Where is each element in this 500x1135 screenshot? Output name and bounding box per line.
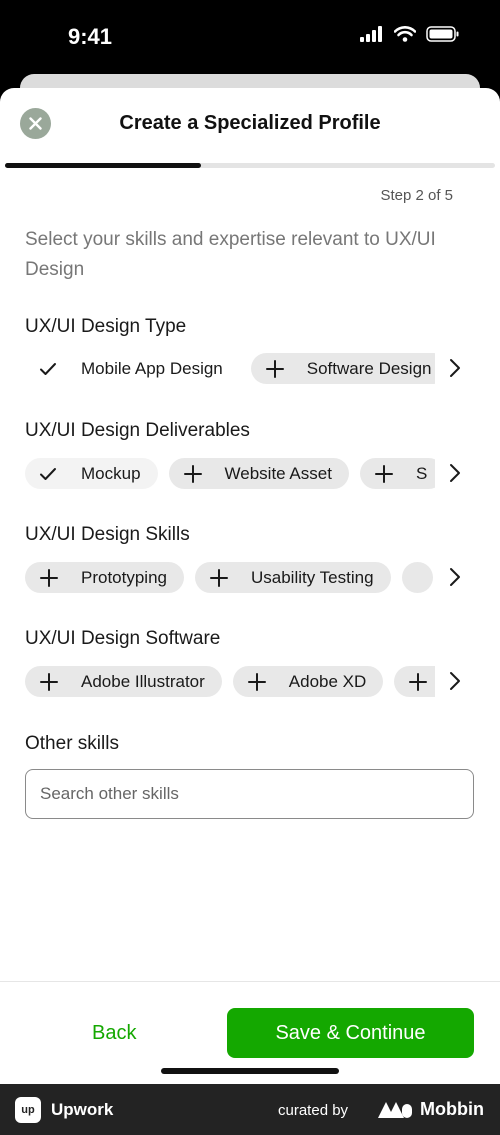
- check-icon: [39, 467, 61, 481]
- chip-label: Usability Testing: [251, 567, 374, 587]
- save-continue-button[interactable]: Save & Continue: [227, 1008, 474, 1058]
- mobbin-name: Mobbin: [420, 1099, 484, 1119]
- section-title-skills: UX/UI Design Skills: [25, 524, 190, 545]
- chip-label: Mockup: [81, 463, 141, 483]
- chip-mobile-app-design[interactable]: Mobile App Design: [25, 353, 240, 384]
- chip-more[interactable]: [394, 666, 435, 697]
- chip-label: Prototyping: [81, 567, 167, 587]
- chip-row-design-type: Mobile App Design Software Design: [25, 353, 435, 384]
- chevron-right-icon[interactable]: [448, 463, 462, 483]
- intro-text: Select your skills and expertise relevan…: [25, 229, 436, 280]
- plus-icon: [39, 568, 61, 588]
- status-icons: [360, 26, 460, 42]
- status-bar: 9:41: [0, 0, 500, 76]
- status-time: 9:41: [68, 24, 113, 49]
- page-title: Create a Specialized Profile: [119, 112, 381, 134]
- section-title-deliverables: UX/UI Design Deliverables: [25, 420, 250, 441]
- cellular-signal-icon: [360, 26, 382, 42]
- chip-label: Website Asset: [224, 463, 332, 483]
- chip-row-deliverables: Mockup Website Asset S: [25, 458, 435, 489]
- home-indicator: [161, 1068, 339, 1074]
- progress-fill: [5, 163, 201, 168]
- chevron-right-icon[interactable]: [448, 567, 462, 587]
- other-skills-title: Other skills: [25, 733, 119, 754]
- app-name: Upwork: [51, 1100, 114, 1119]
- plus-icon: [183, 464, 205, 484]
- plus-icon: [265, 359, 287, 379]
- chip-row-skills: Prototyping Usability Testing: [25, 562, 435, 593]
- chip-label: Software Design: [306, 358, 432, 378]
- chip-label: Adobe Illustrator: [81, 671, 205, 691]
- chip-usability-testing[interactable]: Usability Testing: [195, 562, 391, 593]
- chip-software-design[interactable]: Software Design: [250, 353, 435, 384]
- plus-icon: [374, 464, 396, 484]
- check-icon: [39, 362, 61, 376]
- chip-prototyping[interactable]: Prototyping: [25, 562, 184, 593]
- chip-label: Mobile App Design: [81, 358, 223, 378]
- chip-adobe-xd[interactable]: Adobe XD: [232, 666, 384, 697]
- chip-website-asset[interactable]: Website Asset: [168, 458, 349, 489]
- modal-sheet: Create a Specialized Profile Step 2 of 5…: [0, 88, 500, 1084]
- plus-icon: [209, 568, 231, 588]
- battery-icon: [426, 26, 459, 42]
- chevron-right-icon[interactable]: [448, 358, 462, 378]
- progress-bar: [5, 163, 495, 168]
- chip-label: Adobe XD: [288, 671, 367, 691]
- chip-mockup[interactable]: Mockup: [25, 458, 158, 489]
- curated-by-label: curated by: [278, 1102, 349, 1119]
- plus-icon: [39, 672, 61, 692]
- chip-row-software: Adobe Illustrator Adobe XD: [25, 666, 435, 697]
- step-indicator: Step 2 of 5: [380, 187, 453, 204]
- chevron-right-icon[interactable]: [448, 671, 462, 691]
- mobbin-logo-icon: [378, 1102, 412, 1118]
- wifi-icon: [394, 26, 416, 42]
- other-skills-search-input[interactable]: [25, 769, 474, 819]
- chip-adobe-illustrator[interactable]: Adobe Illustrator: [25, 666, 222, 697]
- plus-icon: [408, 672, 430, 692]
- section-title-design-type: UX/UI Design Type: [25, 316, 187, 337]
- brand-bar: up Upwork curated by Mobbin: [0, 1084, 500, 1135]
- chip-more[interactable]: [401, 562, 433, 593]
- back-button[interactable]: Back: [72, 1018, 162, 1048]
- chip-label: S: [415, 463, 428, 483]
- upwork-logo: up: [15, 1097, 41, 1123]
- chip-more[interactable]: S: [359, 458, 435, 489]
- footer-divider: [0, 981, 500, 982]
- section-title-software: UX/UI Design Software: [25, 628, 221, 649]
- plus-icon: [247, 672, 269, 692]
